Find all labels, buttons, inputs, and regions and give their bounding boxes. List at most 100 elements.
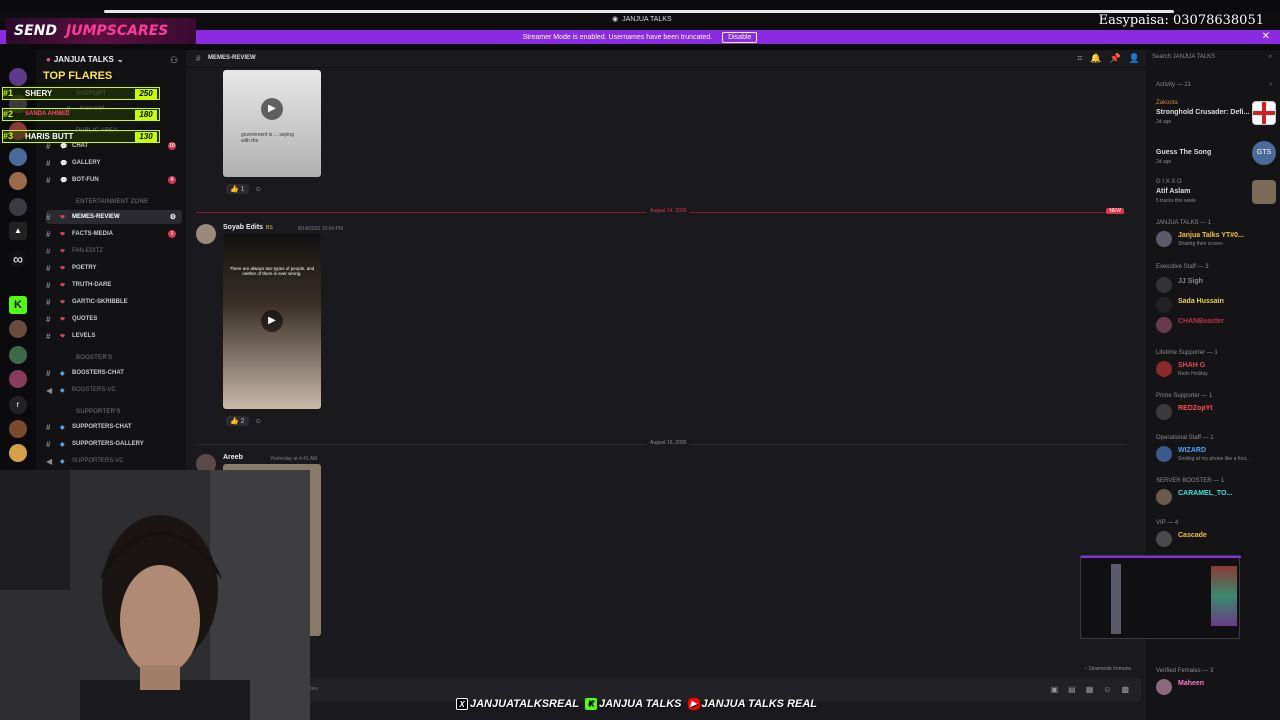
member-item[interactable]: Janjua Talks YT#0... Sharing their screen: [1156, 228, 1276, 250]
emoji-icon[interactable]: ☺: [1103, 685, 1111, 694]
server-icon[interactable]: ▲: [9, 222, 27, 240]
heart-icon: ❤: [60, 333, 66, 340]
member-item[interactable]: REDZopYt: [1156, 401, 1276, 423]
member-item[interactable]: WIZARD Smiling at my phone like a fool...: [1156, 443, 1276, 465]
x-icon: X: [456, 698, 468, 710]
unread-badge: 10: [168, 142, 176, 150]
channel-poetry[interactable]: # ❤ POETRY: [46, 261, 182, 275]
date-divider: August 16, 2026: [196, 440, 1126, 446]
flare-row: #3 HARIS BUTT 130: [2, 130, 160, 143]
diamond-icon: ◆: [60, 424, 65, 431]
category-boosters[interactable]: BOOSTER'S: [76, 355, 112, 361]
server-icon[interactable]: [9, 320, 27, 338]
server-name[interactable]: ● JANJUA TALKS ⌄: [46, 55, 124, 64]
video-attachment[interactable]: ▶ government is ... saying with the: [223, 70, 321, 177]
activity-card[interactable]: G I X X O Atif Aslam 5 tracks this week: [1156, 177, 1276, 209]
avatar[interactable]: [196, 224, 216, 244]
streamer-webcam-image: [0, 470, 310, 720]
category-supporters[interactable]: SUPPORTER'S: [76, 409, 121, 415]
apps-icon[interactable]: ▩: [1121, 685, 1129, 694]
chevron-right-icon[interactable]: ›: [1270, 81, 1272, 88]
activity-card[interactable]: Zakoota Stronghold Crusader: Defi... 2d …: [1156, 98, 1276, 130]
sticker-icon[interactable]: ▦: [1086, 685, 1094, 694]
header-toolbar: ⌗ 🔔 📌 👤: [1077, 53, 1140, 64]
activity-card[interactable]: Guess The Song 2d ago GTS: [1156, 138, 1276, 170]
gif-icon[interactable]: ▤: [1068, 685, 1076, 694]
reaction-thumbs-up[interactable]: 👍 1: [226, 184, 249, 194]
search-input[interactable]: Search JANJUA TALKS ⌕: [1152, 54, 1274, 64]
notification-icon[interactable]: 🔔: [1090, 53, 1101, 64]
reaction-thumbs-up[interactable]: 👍 2: [226, 416, 249, 426]
member-item[interactable]: JJ Sigh: [1156, 274, 1276, 296]
category-entertainment[interactable]: ENTERTAINMENT ZONE: [76, 199, 148, 205]
avatar: [1156, 446, 1172, 462]
server-icon[interactable]: [9, 198, 27, 216]
preview-accent-bar: [1081, 556, 1241, 558]
add-reaction-icon[interactable]: ☺: [255, 186, 262, 193]
threads-icon[interactable]: ⌗: [1077, 53, 1082, 64]
settings-icon[interactable]: ⚙: [170, 213, 176, 221]
server-icon[interactable]: [9, 172, 27, 190]
avatar: [1156, 361, 1172, 377]
channel-quotes[interactable]: # ❤ QUOTES: [46, 312, 182, 326]
channel-supporters-gallery[interactable]: # ◆ SUPPORTERS-GALLERY: [46, 437, 182, 451]
member-item[interactable]: SHAH G Redx Holiday: [1156, 358, 1276, 380]
member-item[interactable]: Cascade: [1156, 528, 1276, 550]
server-icon[interactable]: [9, 370, 27, 388]
reaction-bar: 👍 1 ☺: [226, 184, 262, 194]
infinity-icon[interactable]: ∞: [9, 250, 27, 268]
window-title: ◉ JANJUA TALKS: [612, 15, 672, 24]
screen-share-preview: [1080, 555, 1241, 639]
channel-truth-dare[interactable]: # ❤ TRUTH-DARE: [46, 278, 182, 292]
kick-icon: K: [585, 698, 597, 710]
chat-area: # MEMES-REVIEW ⌗ 🔔 📌 👤 ▶ government is .…: [186, 50, 1146, 720]
channel-supporters-chat[interactable]: # ◆ SUPPORTERS-CHAT: [46, 420, 182, 434]
channel-boosters-vc[interactable]: ◀ ◆ BOOSTERS-VC: [46, 383, 182, 397]
speaker-icon: ◀: [46, 456, 53, 466]
member-item[interactable]: CARAMEL_TO...: [1156, 486, 1276, 508]
channel-fan-editz[interactable]: # ❤ FAN-EDITZ: [46, 244, 182, 258]
album-cover-icon: [1252, 180, 1276, 204]
close-icon[interactable]: ✕: [1262, 31, 1270, 42]
server-icon[interactable]: [9, 444, 27, 462]
server-icon[interactable]: [9, 148, 27, 166]
hash-icon: #: [46, 175, 51, 185]
unread-badge: 1: [168, 230, 176, 238]
member-item[interactable]: CHANBeaster: [1156, 314, 1276, 336]
message-author[interactable]: Areeb: [223, 454, 243, 461]
play-icon[interactable]: ▶: [261, 310, 283, 332]
avatar: [1156, 531, 1172, 547]
role-tag: BS: [266, 225, 273, 231]
gift-icon[interactable]: ▣: [1051, 685, 1059, 694]
server-icon[interactable]: [9, 346, 27, 364]
play-icon[interactable]: ▶: [261, 98, 283, 120]
video-attachment[interactable]: There are always two types of people, an…: [223, 234, 321, 409]
unread-badge: 4: [168, 176, 176, 184]
member-item[interactable]: Maheen: [1156, 676, 1276, 698]
add-member-icon[interactable]: ⚇: [170, 55, 178, 66]
social-kick: K JANJUA TALKS: [585, 698, 682, 710]
pin-icon[interactable]: 📌: [1110, 53, 1121, 64]
message-author[interactable]: Soyab Edits: [223, 224, 263, 231]
channel-supporters-vc[interactable]: ◀ ◆ SUPPORTERS-VC: [46, 454, 182, 468]
banner-text: Streamer Mode is enabled. Usernames have…: [522, 33, 713, 41]
kick-icon[interactable]: K: [9, 296, 27, 314]
channel-gartic-skribble[interactable]: # ❤ GARTIC-SKRIBBLE: [46, 295, 182, 309]
top-progress-line: [104, 10, 1174, 13]
server-icon: ◉: [612, 16, 619, 23]
add-reaction-icon[interactable]: ☺: [255, 418, 262, 425]
channel-gallery[interactable]: # 💬 GALLERY: [46, 156, 182, 170]
channel-boosters-chat[interactable]: # ◆ BOOSTERS-CHAT: [46, 366, 182, 380]
hash-icon: #: [46, 314, 51, 324]
channel-memes-review[interactable]: # ❤ MEMES-REVIEW ⚙: [46, 210, 182, 224]
channel-bot-fun[interactable]: # 💬 BOT-FUN 4: [46, 173, 182, 187]
server-icon[interactable]: r: [9, 396, 27, 414]
channel-levels[interactable]: # ❤ LEVELS: [46, 329, 182, 343]
hash-icon: #: [46, 297, 51, 307]
channel-facts-media[interactable]: # ❤ FACTS-MEDIA 1: [46, 227, 182, 241]
server-icon[interactable]: [9, 420, 27, 438]
disable-button[interactable]: Disable: [722, 31, 758, 43]
members-icon[interactable]: 👤: [1129, 53, 1140, 64]
social-x: X JANJUATALKSREAL: [456, 698, 579, 710]
member-item[interactable]: Sada Hussain: [1156, 294, 1276, 316]
